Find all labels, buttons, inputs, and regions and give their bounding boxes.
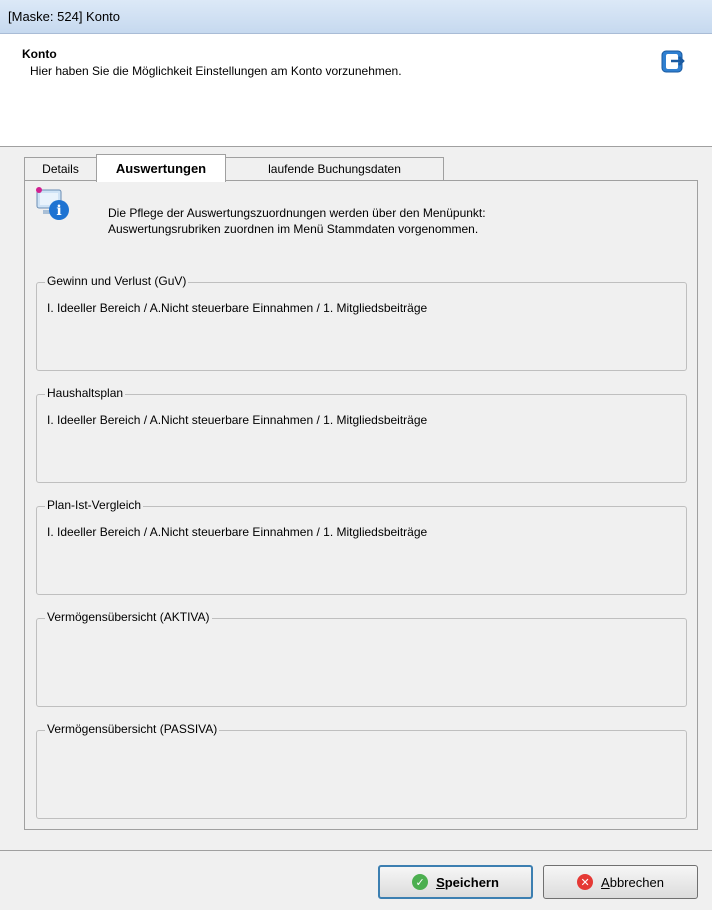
group-vermoegen-passiva: Vermögensübersicht (PASSIVA) <box>36 722 687 819</box>
group-vermoegen-aktiva-label: Vermögensübersicht (AKTIVA) <box>45 610 212 624</box>
group-haushaltsplan: Haushaltsplan I. Ideeller Bereich / A.Ni… <box>36 386 687 483</box>
exit-door-icon <box>661 50 685 73</box>
group-haushaltsplan-label: Haushaltsplan <box>45 386 126 400</box>
tab-auswertungen[interactable]: Auswertungen <box>96 154 226 182</box>
cancel-button[interactable]: ✕ Abbrechen <box>543 865 698 899</box>
info-message: Die Pflege der Auswertungszuordnungen we… <box>108 205 486 237</box>
computer-info-icon: i <box>36 187 69 220</box>
tab-laufende-buchungsdaten-label: laufende Buchungsdaten <box>268 162 401 176</box>
group-plan-ist-vergleich-label: Plan-Ist-Vergleich <box>45 498 144 512</box>
close-icon: ✕ <box>577 874 594 890</box>
group-guv-label: Gewinn und Verlust (GuV) <box>45 274 189 288</box>
group-guv: Gewinn und Verlust (GuV) I. Ideeller Ber… <box>36 274 687 371</box>
cancel-button-label: Abbrechen <box>601 874 664 890</box>
check-icon: ✓ <box>412 874 429 890</box>
save-button[interactable]: ✓ Speichern <box>378 865 533 899</box>
tab-laufende-buchungsdaten[interactable]: laufende Buchungsdaten <box>225 157 444 181</box>
header-title: Konto <box>22 47 57 61</box>
tab-details[interactable]: Details <box>24 157 97 181</box>
tab-details-label: Details <box>42 162 79 176</box>
group-vermoegen-passiva-label: Vermögensübersicht (PASSIVA) <box>45 722 220 736</box>
svg-text:i: i <box>56 203 61 219</box>
save-button-label: Speichern <box>436 874 499 890</box>
group-vermoegen-aktiva: Vermögensübersicht (AKTIVA) <box>36 610 687 707</box>
group-haushaltsplan-value: I. Ideeller Bereich / A.Nicht steuerbare… <box>47 413 428 427</box>
header-subtitle: Hier haben Sie die Möglichkeit Einstellu… <box>30 64 402 78</box>
group-guv-value: I. Ideeller Bereich / A.Nicht steuerbare… <box>47 301 428 315</box>
dialog-header: Konto Hier haben Sie die Möglichkeit Ein… <box>0 34 712 147</box>
window-titlebar: [Maske: 524] Konto <box>0 0 712 34</box>
window-title: [Maske: 524] Konto <box>8 9 121 24</box>
group-plan-ist-vergleich: Plan-Ist-Vergleich I. Ideeller Bereich /… <box>36 498 687 595</box>
group-plan-ist-vergleich-value: I. Ideeller Bereich / A.Nicht steuerbare… <box>47 525 428 539</box>
tab-auswertungen-label: Auswertungen <box>115 161 207 176</box>
info-line-2: Auswertungsrubriken zuordnen im Menü Sta… <box>108 222 479 236</box>
info-line-1: Die Pflege der Auswertungszuordnungen we… <box>108 206 486 220</box>
